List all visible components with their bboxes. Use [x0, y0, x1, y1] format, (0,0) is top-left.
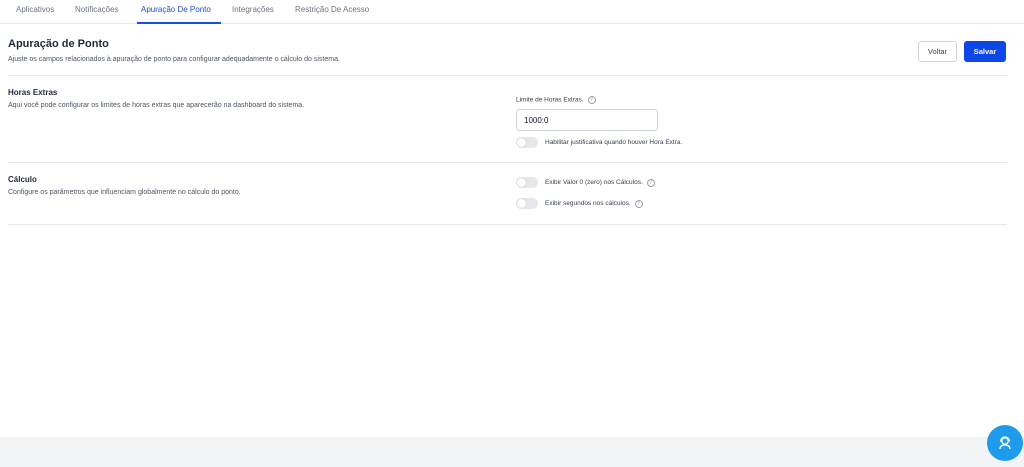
show-zero-toggle[interactable]	[516, 177, 538, 188]
overtime-justification-toggle[interactable]	[516, 137, 538, 148]
active-tab-indicator	[137, 22, 221, 24]
divider	[8, 224, 1007, 225]
overtime-limit-input[interactable]	[516, 109, 658, 131]
limit-field-label: Limite de Horas Extras.?	[516, 96, 596, 104]
toggle-knob	[517, 199, 526, 208]
section-desc-calculo: Configure os parâmetros que influenciam …	[8, 189, 241, 196]
show-seconds-row: Exibir segundos nos cálculos. ?	[516, 198, 643, 209]
page-subtitle: Ajuste os campos relacionados à apuração…	[8, 56, 340, 63]
footer-strip	[0, 437, 1024, 467]
divider	[8, 162, 1007, 163]
tab-restricao-de-acesso[interactable]: Restrição De Acesso	[295, 5, 369, 14]
help-circle-icon[interactable]: ?	[587, 96, 596, 104]
page-title: Apuração de Ponto	[8, 38, 109, 50]
section-title-horas-extras: Horas Extras	[8, 88, 58, 97]
overtime-justification-row: Habilitar justificativa quando houver Ho…	[516, 137, 682, 148]
toggle-knob	[517, 138, 526, 147]
help-circle-icon[interactable]: ?	[646, 178, 655, 187]
section-desc-horas-extras: Aqui você pode configurar os limites de …	[8, 102, 305, 109]
section-title-calculo: Cálculo	[8, 175, 37, 184]
help-circle-icon[interactable]: ?	[634, 199, 643, 208]
tab-integracoes[interactable]: Integrações	[232, 5, 274, 14]
save-button[interactable]: Salvar	[964, 41, 1006, 62]
show-zero-label: Exibir Valor 0 (zero) nos Cálculos.	[545, 179, 643, 186]
show-seconds-label: Exibir segundos nos cálculos.	[545, 200, 631, 207]
show-seconds-toggle[interactable]	[516, 198, 538, 209]
overtime-justification-label: Habilitar justificativa quando houver Ho…	[545, 139, 683, 146]
settings-tabs: Aplicativos Notificações Apuração De Pon…	[0, 0, 1024, 24]
tab-aplicativos[interactable]: Aplicativos	[16, 5, 54, 14]
tab-apuracao-de-ponto[interactable]: Apuração De Ponto	[141, 5, 211, 14]
limit-label-text: Limite de Horas Extras.	[516, 96, 584, 104]
toggle-knob	[517, 178, 526, 187]
back-button[interactable]: Voltar	[918, 41, 957, 62]
support-agent-icon	[999, 436, 1011, 450]
show-zero-row: Exibir Valor 0 (zero) nos Cálculos. ?	[516, 177, 655, 188]
tab-notificacoes[interactable]: Notificações	[75, 5, 119, 14]
support-chat-button[interactable]	[987, 425, 1023, 461]
divider	[8, 75, 1007, 76]
